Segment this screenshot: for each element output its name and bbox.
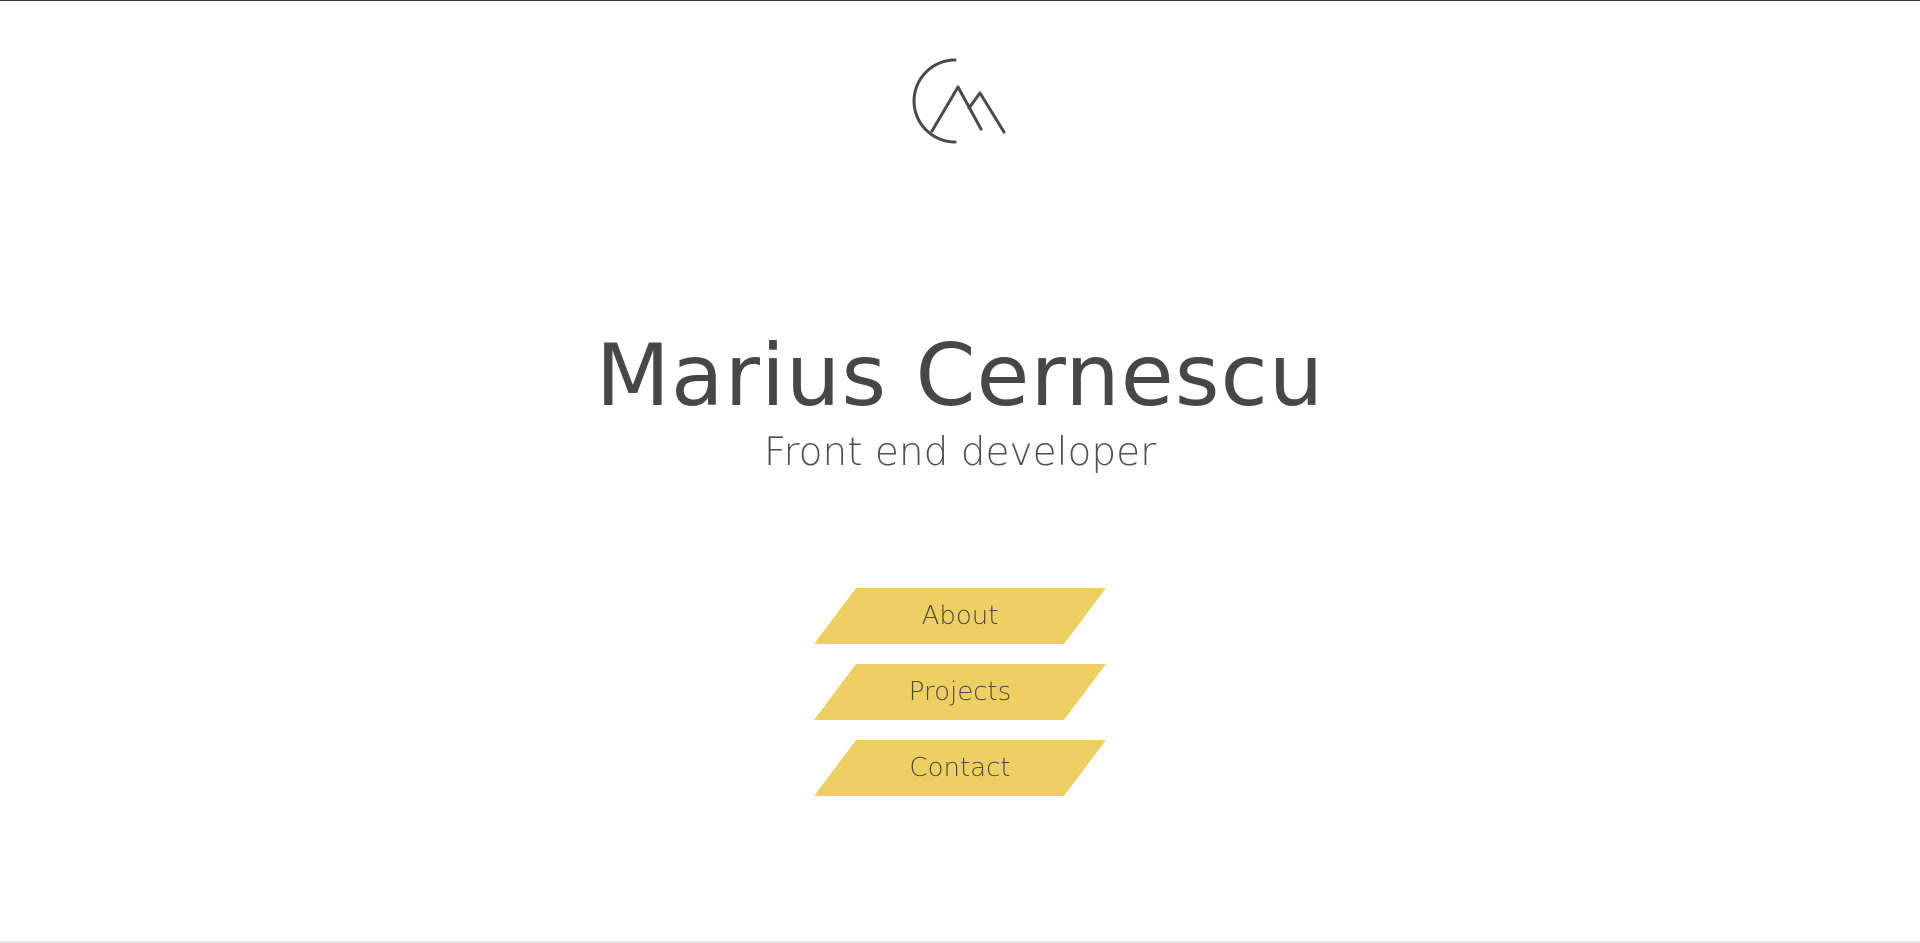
page-subtitle: Front end developer <box>763 430 1157 475</box>
page-title: Marius Cernescu <box>595 326 1325 426</box>
nav-projects-label: Projects <box>908 677 1012 707</box>
nav-about-label: About <box>921 601 999 631</box>
page: Marius Cernescu Front end developer Abou… <box>0 0 1920 943</box>
nav-contact-button[interactable]: Contact <box>814 740 1106 796</box>
nav-projects-button[interactable]: Projects <box>814 664 1106 720</box>
cm-mountain-logo-icon[interactable] <box>908 57 1012 147</box>
nav-contact-label: Contact <box>909 753 1011 783</box>
nav-about-button[interactable]: About <box>814 588 1106 644</box>
